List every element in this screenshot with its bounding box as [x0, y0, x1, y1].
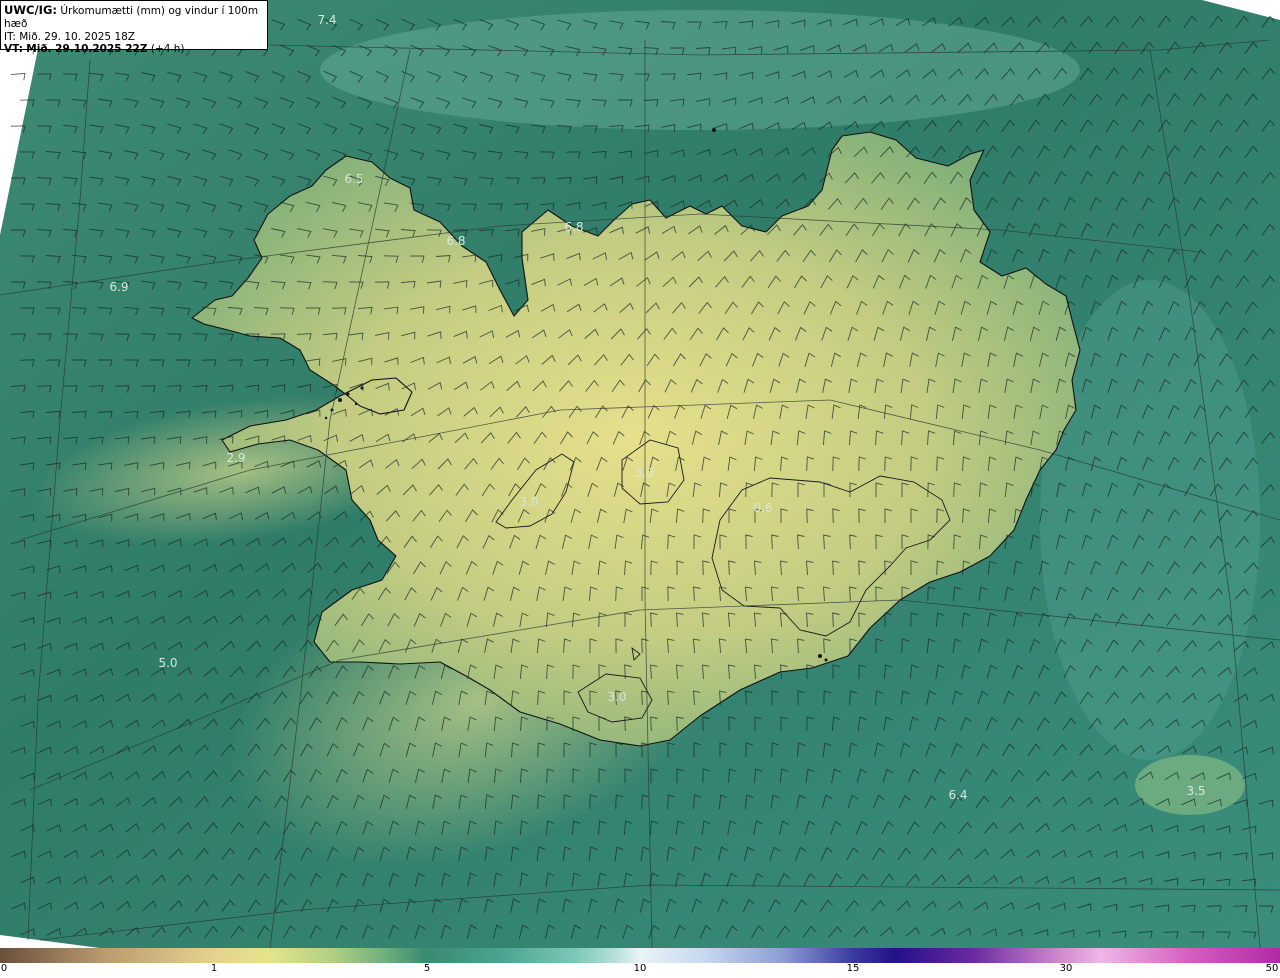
colorbar-tick: 30	[1059, 963, 1073, 974]
colorbar-tick: 1	[210, 963, 218, 974]
model-code: UWC/IG:	[4, 3, 57, 17]
map-value-label: 3.0	[519, 495, 539, 509]
colorbar-tick: 10	[633, 963, 647, 974]
colorbar-tick: 5	[423, 963, 431, 974]
map-value-label: 6.4	[948, 788, 968, 802]
valid-time-prefix: VT:	[4, 43, 23, 56]
colorbar	[0, 948, 1280, 963]
map-value-label: 6.9	[109, 280, 129, 294]
colorbar-tick: 0	[0, 963, 8, 974]
colorbar-tick: 15	[846, 963, 860, 974]
map-value-label: 6.8	[564, 220, 584, 234]
forecast-map: 7.4 6.5 6.8 6.8 6.9 2.9 3.0 3.0 0.6 5.0 …	[0, 0, 1280, 948]
map-value-label: 2.9	[226, 451, 246, 465]
map-value-label: 6.5	[344, 172, 364, 186]
valid-time: Mið. 29.10.2025 22Z	[26, 43, 148, 56]
map-value-label: 7.4	[317, 13, 337, 27]
title-line: UWC/IG: Úrkomumætti (mm) og vindur í 100…	[4, 4, 267, 31]
map-value-label: 3.0	[634, 466, 654, 480]
valid-time-line: VT: Mið. 29.10.2025 22Z (+4 h)	[4, 43, 267, 56]
map-value-label: 6.8	[446, 234, 466, 248]
map-value-label: 3.5	[1186, 784, 1206, 798]
issue-time: IT: Mið. 29. 10. 2025 18Z	[4, 30, 135, 43]
info-box: UWC/IG: Úrkomumætti (mm) og vindur í 100…	[0, 0, 268, 55]
lead-time: (+4 h)	[150, 43, 185, 56]
map-value-label: 5.0	[158, 656, 178, 670]
colorbar-tick: 50	[1265, 963, 1279, 974]
map-value-label: 3.0	[607, 690, 627, 704]
map-value-label: 0.6	[753, 501, 773, 515]
